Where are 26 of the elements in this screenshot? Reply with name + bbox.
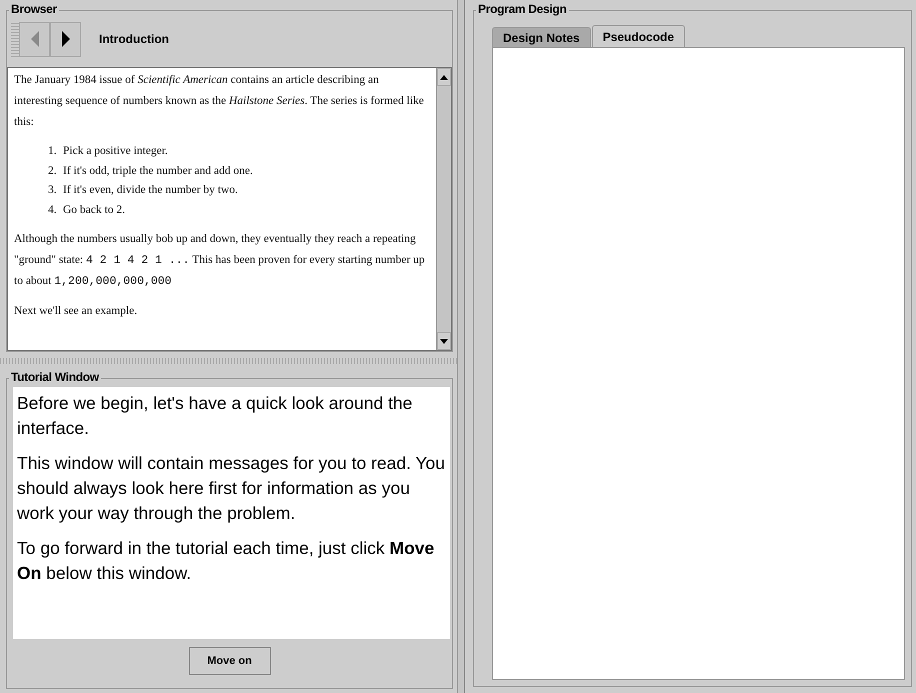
list-number: 4. [48, 202, 58, 218]
paragraph: The January 1984 issue of Scientific American contains an article describing an interesting sequence of numbers known as the Hailstone Series. The series is formed like this: [14, 73, 425, 130]
list-number: 1. [48, 144, 58, 159]
scroll-up-icon[interactable] [440, 74, 448, 80]
tab[interactable]: Design Notes [492, 27, 591, 47]
scroll-down-icon[interactable] [440, 338, 448, 344]
list-number: 2. [48, 164, 58, 178]
list-item: Go back to 2. [63, 202, 125, 218]
paragraph: This window will contain messages for you to read. You should always look here first for information as you work your way through the problem. [17, 452, 446, 525]
list-item: If it's odd, triple the number and add one. [63, 164, 253, 178]
list-number: 3. [48, 183, 58, 198]
scrollbar[interactable] [436, 68, 451, 350]
list-item: Pick a positive integer. [63, 144, 168, 159]
panel-title: Program Design [476, 2, 568, 16]
paragraph: To go forward in the tutorial each time, just click Move On below this window. [17, 537, 436, 585]
paragraph: Before we begin, let's have a quick look around the interface. [17, 392, 414, 440]
paragraph: Although the numbers usually bob up and down, they eventually they reach a repeating "ground" state: 4 2 1 4 2 1 ... This has been proven for every starting number up to about 1,200,000,000,000 [14, 232, 426, 290]
page-title: Introduction [99, 32, 169, 46]
panel-title: Browser [9, 2, 59, 16]
forward-button[interactable] [50, 22, 81, 56]
toolbar-grip[interactable] [11, 21, 19, 57]
move-on-button[interactable]: Move on [188, 647, 270, 675]
paragraph: Next we'll see an example. [14, 304, 138, 319]
panel-title: Tutorial Window [9, 370, 101, 384]
tab[interactable]: Pseudocode [592, 25, 686, 47]
list-item: If it's even, divide the number by two. [63, 183, 238, 198]
